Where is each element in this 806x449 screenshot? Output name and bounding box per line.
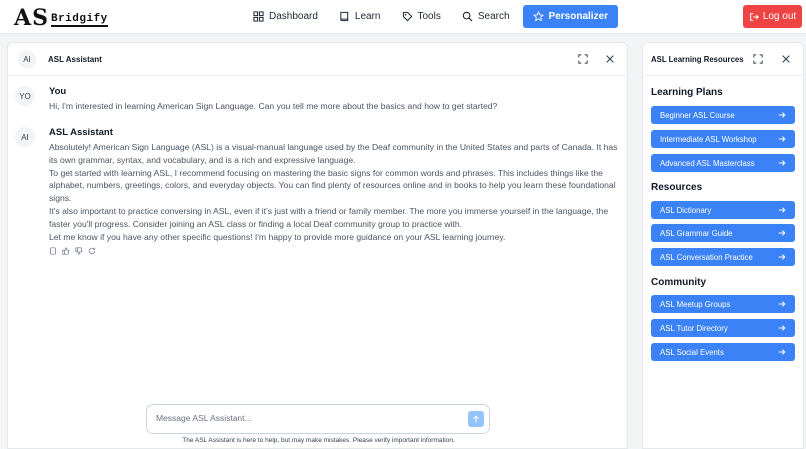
grid-icon [253, 11, 264, 22]
nav-learn-label: Learn [354, 11, 381, 22]
nav-search[interactable]: Search [454, 5, 518, 28]
chat-header: AI ASL Assistant [8, 43, 627, 76]
logout-icon [749, 12, 759, 21]
message-paragraph: Let me know if you have any other specif… [49, 231, 506, 242]
message-text: Hi, I'm interested in learning American … [49, 100, 619, 113]
arrow-right-icon [778, 254, 786, 260]
logout-button[interactable]: Log out [743, 5, 802, 28]
message-paragraph: Absolutely! American Sign Language (ASL)… [49, 142, 618, 165]
resource-asl-grammar-guide[interactable]: ASL Grammar Guide [651, 224, 795, 242]
nav-tools-label: Tools [417, 11, 441, 22]
nav-personalizer-label: Personalizer [548, 11, 609, 22]
user-avatar: YO [15, 86, 35, 106]
close-icon[interactable] [605, 54, 615, 64]
arrow-right-icon [778, 325, 786, 331]
top-navigation-bar: AS Bridgify Dashboard Learn Tools Search… [0, 0, 806, 34]
assistant-message-avatar: AI [15, 127, 35, 147]
resources-title: ASL Learning Resources [651, 55, 744, 64]
regenerate-icon[interactable] [88, 247, 96, 255]
disclaimer-text: The ASL Assistant is here to help, but m… [182, 437, 455, 444]
section-heading-resources: Resources [651, 182, 703, 193]
section-heading-community: Community [651, 277, 706, 288]
nav-dashboard-label: Dashboard [269, 11, 318, 22]
main-nav: Dashboard Learn Tools Search Personalize… [245, 5, 623, 28]
nav-dashboard[interactable]: Dashboard [245, 5, 326, 28]
section-heading-learning-plans: Learning Plans [651, 87, 723, 98]
thumbs-down-icon[interactable] [75, 247, 83, 255]
chat-panel: AI ASL Assistant YO You Hi, I'm interest… [7, 42, 628, 449]
star-icon [532, 11, 544, 22]
message-input-box[interactable] [146, 404, 490, 434]
message-paragraph: Hi, I'm interested in learning American … [49, 101, 498, 111]
arrow-right-icon [778, 136, 786, 142]
resource-asl-social-events[interactable]: ASL Social Events [651, 343, 795, 361]
logo-main-text: AS [14, 5, 49, 31]
message-input[interactable] [156, 413, 456, 423]
arrow-right-icon [778, 112, 786, 118]
expand-icon[interactable] [753, 54, 763, 64]
resource-asl-tutor-directory[interactable]: ASL Tutor Directory [651, 319, 795, 337]
thumbs-up-icon[interactable] [62, 247, 70, 255]
arrow-right-icon [778, 207, 786, 213]
message-author: ASL Assistant [49, 127, 113, 138]
resource-asl-conversation-practice[interactable]: ASL Conversation Practice [651, 248, 795, 266]
nav-personalizer[interactable]: Personalizer [522, 5, 619, 28]
nav-learn[interactable]: Learn [331, 5, 389, 28]
nav-tools[interactable]: Tools [394, 5, 449, 28]
app-logo[interactable]: AS Bridgify [14, 4, 108, 30]
book-icon [340, 11, 349, 22]
resource-beginner-asl-course[interactable]: Beginner ASL Course [651, 106, 795, 124]
resources-panel: ASL Learning Resources Learning Plans Be… [642, 42, 804, 449]
nav-search-label: Search [477, 11, 510, 22]
expand-icon[interactable] [578, 54, 588, 64]
resource-asl-dictionary[interactable]: ASL Dictionary [651, 201, 795, 219]
arrow-right-icon [778, 349, 786, 355]
chat-title: ASL Assistant [48, 54, 102, 64]
chat-message-user: YO You Hi, I'm interested in learning Am… [15, 86, 615, 113]
tag-icon [402, 11, 412, 22]
resources-header: ASL Learning Resources [643, 43, 803, 76]
chat-message-assistant: AI ASL Assistant Absolutely! American Si… [15, 127, 617, 255]
logout-label: Log out [762, 11, 797, 22]
send-button[interactable] [468, 411, 484, 427]
message-text: Absolutely! American Sign Language (ASL)… [49, 141, 619, 243]
resource-asl-meetup-groups[interactable]: ASL Meetup Groups [651, 295, 795, 313]
message-actions [49, 247, 619, 255]
arrow-up-icon [473, 415, 479, 423]
arrow-right-icon [778, 230, 786, 236]
close-icon[interactable] [781, 54, 791, 64]
resource-intermediate-asl-workshop[interactable]: Intermediate ASL Workshop [651, 130, 795, 148]
copy-icon[interactable] [49, 247, 57, 255]
search-icon [462, 11, 473, 22]
logo-sub-text: Bridgify [50, 13, 108, 27]
message-paragraph: To get started with learning ASL, I reco… [49, 167, 616, 204]
arrow-right-icon [778, 301, 786, 307]
message-author: You [49, 86, 67, 97]
message-paragraph: It's also important to practice conversi… [49, 205, 609, 229]
resource-advanced-asl-masterclass[interactable]: Advanced ASL Masterclass [651, 154, 795, 172]
arrow-right-icon [778, 160, 786, 166]
assistant-avatar: AI [18, 50, 36, 68]
